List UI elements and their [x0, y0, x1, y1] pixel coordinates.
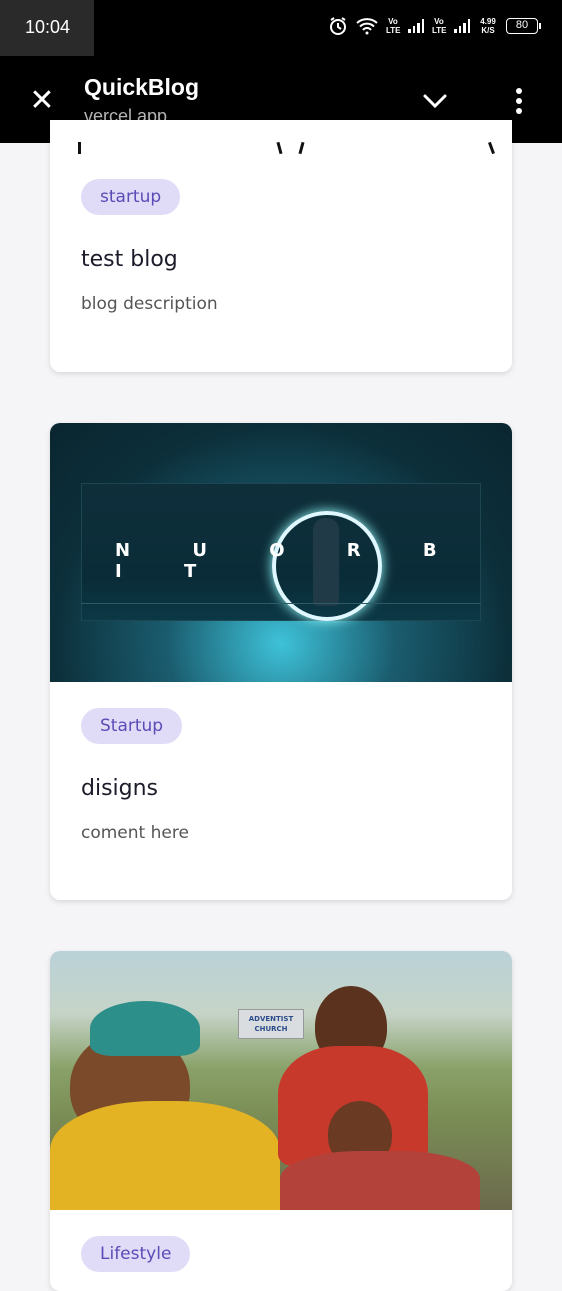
chevron-down-icon[interactable] — [420, 86, 450, 116]
status-icons: Vo LTE Vo LTE 4.99 K/S 80 — [328, 16, 541, 36]
card-image: ADVENTIST CHURCH — [50, 951, 512, 1210]
more-vertical-icon[interactable] — [508, 84, 530, 118]
category-tag[interactable]: startup — [81, 179, 181, 215]
alarm-icon — [330, 17, 346, 35]
girl-jacket — [50, 1101, 280, 1210]
close-icon[interactable]: ✕ — [24, 82, 60, 118]
blog-card[interactable]: startup test blog blog description — [50, 120, 512, 372]
girl-scarf — [90, 1001, 200, 1056]
card-image: N U O R B I T — [50, 423, 512, 682]
battery-indicator: 80 — [506, 18, 541, 34]
wifi-icon — [356, 18, 378, 35]
status-time: 10:04 — [25, 17, 71, 37]
card-description: coment here — [81, 823, 189, 843]
blog-card[interactable]: ADVENTIST CHURCH Lifestyle — [50, 951, 512, 1291]
blog-card[interactable]: N U O R B I T Startup disigns coment her… — [50, 423, 512, 900]
category-tag[interactable]: Startup — [81, 708, 183, 744]
card-description: blog description — [81, 294, 218, 314]
child-sweater — [280, 1151, 480, 1210]
network-speed: 4.99 K/S — [480, 17, 496, 35]
network-2-label: Vo LTE — [432, 17, 447, 35]
signal-1-icon — [408, 19, 424, 33]
signal-2-icon — [454, 19, 470, 33]
sign-board: ADVENTIST CHURCH — [238, 1009, 304, 1039]
status-bar: 10:04 Vo LTE Vo LTE 4.99 K/S 80 — [0, 0, 562, 143]
network-1-label: Vo LTE — [386, 17, 401, 35]
card-title[interactable]: disigns — [81, 776, 481, 801]
image-headline: N U O R B I T — [115, 540, 465, 582]
image-stats — [81, 603, 481, 621]
category-tag[interactable]: Lifestyle — [81, 1236, 191, 1272]
page-title: QuickBlog — [84, 74, 200, 100]
card-title[interactable]: test blog — [81, 247, 481, 272]
card-image-cropped — [50, 120, 512, 155]
